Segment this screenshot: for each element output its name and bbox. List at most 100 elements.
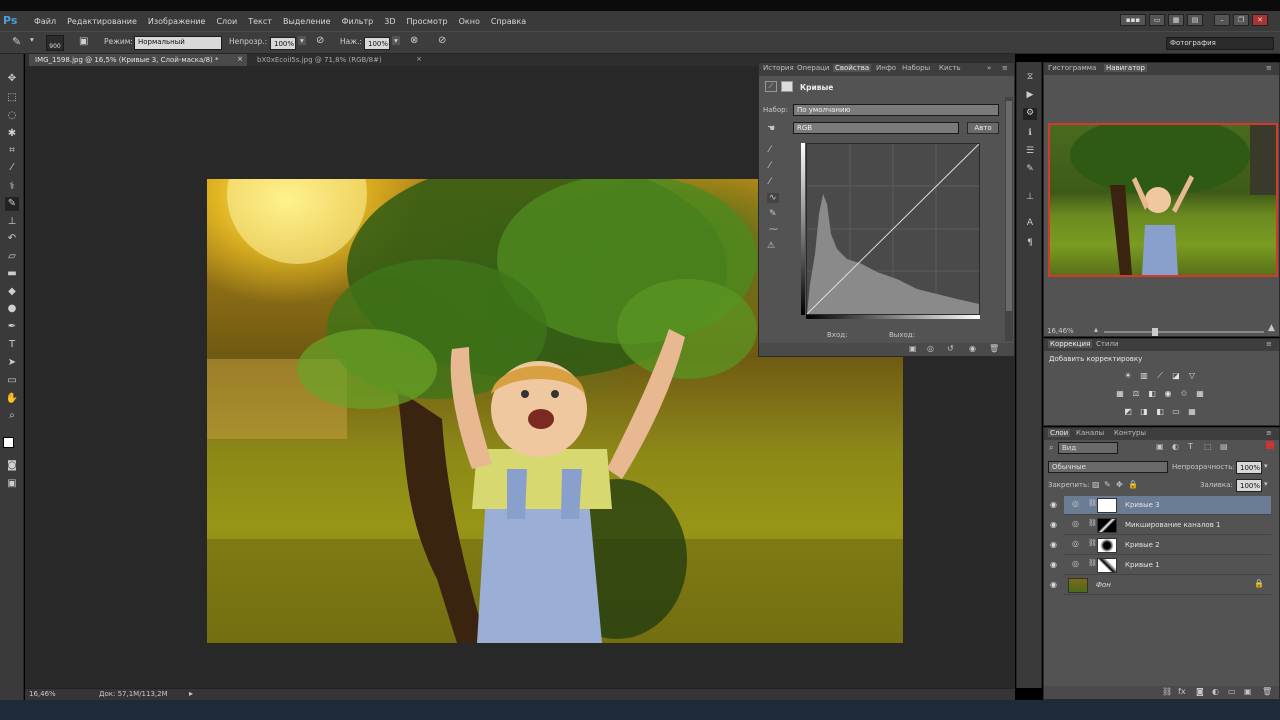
hue-saturation-icon[interactable]: ▦ (1114, 389, 1126, 399)
gradient-tool-icon[interactable]: ▬ (5, 267, 19, 281)
tab-paths[interactable]: Контуры (1114, 429, 1146, 437)
menu-help[interactable]: Справка (491, 17, 526, 26)
selective-color-icon[interactable]: ▦ (1186, 407, 1198, 417)
layer-mask-thumbnail[interactable] (1097, 498, 1117, 513)
blend-mode-select[interactable]: Обычные (1048, 461, 1168, 473)
menu-layers[interactable]: Слои (216, 17, 237, 26)
hand-tool-icon[interactable]: ✋ (5, 392, 19, 406)
brush-tool-icon[interactable]: ✎ (12, 35, 21, 48)
filter-pixel-icon[interactable]: ▣ (1156, 442, 1164, 451)
crop-tool-icon[interactable]: ⌗ (5, 144, 19, 158)
airbrush-icon[interactable]: ⊗ (410, 35, 418, 46)
layer-opacity-input[interactable]: 100% (1236, 461, 1262, 474)
layer-thumbnail[interactable] (1068, 578, 1088, 593)
trash-icon[interactable]: 🗑 (1262, 687, 1272, 696)
black-white-icon[interactable]: ◧ (1146, 389, 1158, 399)
history-panel-icon[interactable]: ⧖ (1023, 72, 1037, 84)
zoom-level[interactable]: 16,46% (29, 690, 56, 698)
reset-icon[interactable]: ↺ (947, 344, 954, 353)
clip-to-layer-icon[interactable]: ▣ (909, 344, 917, 353)
zoom-slider[interactable] (1104, 328, 1264, 336)
zoom-out-icon[interactable]: ▴ (1094, 325, 1098, 334)
photo-filter-icon[interactable]: ◉ (1162, 389, 1174, 399)
history-brush-tool-icon[interactable]: ↶ (5, 232, 19, 246)
auto-button[interactable]: Авто (967, 122, 999, 134)
layer-row-curves-3[interactable]: ◉ ◎ ⛓ Кривые 3 (1050, 496, 1271, 515)
gray-point-eyedropper-icon[interactable]: ⁄ (769, 161, 771, 171)
arrange-icon[interactable]: ▪▪▪ (1120, 14, 1146, 26)
opacity-input[interactable]: 100% (270, 37, 296, 50)
close-icon[interactable]: × (416, 55, 422, 63)
white-point-eyedropper-icon[interactable]: ⁄ (769, 177, 771, 187)
layer-mask-thumbnail[interactable] (1097, 518, 1117, 533)
tab-properties[interactable]: Свойства (833, 64, 872, 72)
lock-position-icon[interactable]: ✥ (1116, 480, 1123, 489)
new-adjustment-icon[interactable]: ◐ (1212, 687, 1219, 696)
clone-source-icon[interactable]: ⊥ (1023, 192, 1037, 204)
eyedropper-tool-icon[interactable]: ⁄ (5, 161, 19, 175)
close-icon[interactable]: × (237, 55, 243, 63)
filter-adjustment-icon[interactable]: ◐ (1172, 442, 1179, 451)
presets-panel-icon[interactable]: ☰ (1023, 146, 1037, 158)
menu-window[interactable]: Окно (459, 17, 480, 26)
layer-mask-thumbnail[interactable] (1097, 558, 1117, 573)
chevron-down-icon[interactable]: ▾ (392, 36, 400, 45)
foreground-color-swatch[interactable] (3, 437, 14, 448)
clipping-warning-icon[interactable]: ⚠ (767, 241, 775, 251)
new-group-icon[interactable]: ▭ (1228, 687, 1236, 696)
link-icon[interactable]: ⛓ (1088, 519, 1097, 527)
info-panel-icon[interactable]: ℹ (1023, 128, 1037, 140)
lock-all-icon[interactable]: 🔒 (1128, 480, 1138, 489)
channel-mixer-icon[interactable]: ♲ (1178, 389, 1190, 399)
levels-icon[interactable]: ▥ (1138, 371, 1150, 381)
move-tool-icon[interactable]: ✥ (5, 72, 19, 86)
zoom-in-icon[interactable]: ▲ (1268, 323, 1275, 333)
pressure-size-icon[interactable]: ⊘ (438, 35, 446, 46)
link-icon[interactable]: ⛓ (1088, 559, 1097, 567)
channel-select[interactable]: RGB (793, 122, 959, 134)
marquee-tool-icon[interactable]: ⬚ (5, 91, 19, 105)
menu-text[interactable]: Текст (248, 17, 272, 26)
zoom-slider-thumb[interactable] (1152, 328, 1158, 336)
dodge-tool-icon[interactable]: ● (5, 302, 19, 316)
layer-mask-thumbnail[interactable] (1097, 538, 1117, 553)
layer-style-icon[interactable]: fx (1178, 687, 1186, 696)
filter-toggle[interactable] (1266, 441, 1274, 449)
vibrance-icon[interactable]: ▽ (1186, 371, 1198, 381)
filter-shape-icon[interactable]: ⬚ (1204, 442, 1212, 451)
trash-icon[interactable]: 🗑 (989, 344, 999, 353)
eye-icon[interactable]: ◉ (1050, 520, 1060, 530)
exposure-icon[interactable]: ◪ (1170, 371, 1182, 381)
tab-adjustments[interactable]: Коррекция (1048, 340, 1093, 348)
tab-styles[interactable]: Стили (1096, 340, 1119, 348)
layer-row-curves-1[interactable]: ◉ ◎ ⛓ Кривые 1 (1050, 556, 1271, 575)
collapse-icon[interactable]: » (987, 64, 991, 72)
layer-row-curves-2[interactable]: ◉ ◎ ⛓ Кривые 2 (1050, 536, 1271, 555)
brush-panel-icon[interactable]: ▣ (79, 36, 88, 47)
pencil-curve-tool-icon[interactable]: ✎ (769, 209, 777, 219)
panel-menu-icon[interactable]: ≡ (1266, 340, 1272, 348)
menu-file[interactable]: Файл (34, 17, 56, 26)
tab-layers[interactable]: Слои (1048, 429, 1071, 437)
menu-edit[interactable]: Редактирование (67, 17, 137, 26)
filter-smart-icon[interactable]: ▤ (1220, 442, 1228, 451)
pen-tool-icon[interactable]: ✒ (5, 320, 19, 334)
new-layer-icon[interactable]: ▣ (1244, 687, 1252, 696)
posterize-icon[interactable]: ◨ (1138, 407, 1150, 417)
layer-filter-select[interactable]: Вид (1058, 442, 1118, 454)
lock-transparent-icon[interactable]: ▨ (1092, 480, 1100, 489)
actions-panel-icon[interactable]: ▶ (1023, 90, 1037, 102)
visibility-icon[interactable]: ◉ (969, 344, 976, 353)
fill-input[interactable]: 100% (1236, 479, 1262, 492)
status-menu-icon[interactable]: ▸ (189, 689, 193, 698)
navigator-zoom[interactable]: 16,46% (1047, 327, 1074, 335)
threshold-icon[interactable]: ◧ (1154, 407, 1166, 417)
menu-image[interactable]: Изображение (148, 17, 206, 26)
gradient-map-icon[interactable]: ▭ (1170, 407, 1182, 417)
tab-channels[interactable]: Каналы (1076, 429, 1104, 437)
zoom-tool-icon[interactable]: ⌕ (5, 409, 19, 423)
tab-brush[interactable]: Кисть (939, 64, 961, 72)
quick-select-tool-icon[interactable]: ✱ (5, 127, 19, 141)
curves-icon[interactable]: ⟋ (1154, 371, 1166, 381)
menu-select[interactable]: Выделение (283, 17, 331, 26)
